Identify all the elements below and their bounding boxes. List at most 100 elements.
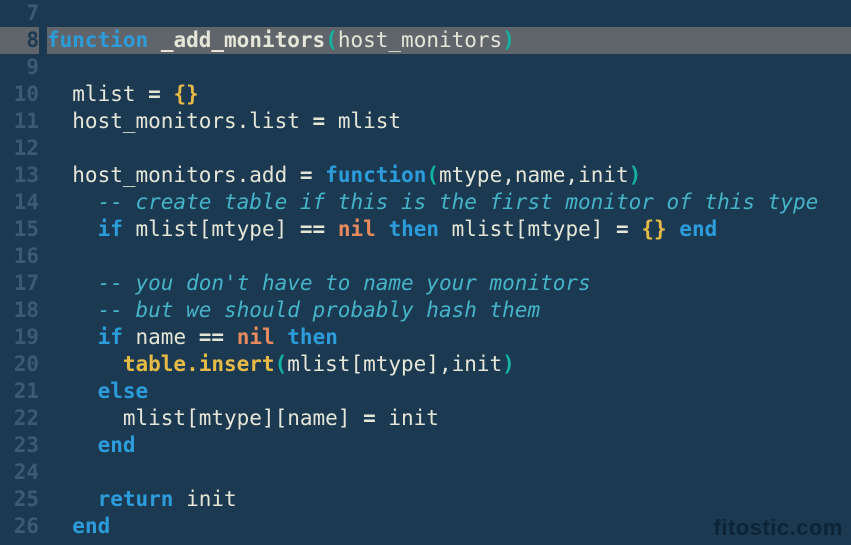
code-token: = xyxy=(616,216,629,243)
line-number: 10 xyxy=(0,81,39,108)
code-token: return xyxy=(98,486,174,513)
code-token: init xyxy=(376,405,439,432)
code-token xyxy=(47,432,98,459)
code-line[interactable]: function _add_monitors(host_monitors) xyxy=(47,27,851,54)
line-number: 8 xyxy=(0,27,39,54)
line-number: 17 xyxy=(0,270,39,297)
code-line[interactable]: -- but we should probably hash them xyxy=(47,297,851,324)
code-token xyxy=(313,162,326,189)
code-token: name xyxy=(123,324,199,351)
code-token: ) xyxy=(629,162,642,189)
line-number: 14 xyxy=(0,189,39,216)
code-token: mlist[mtype][name] xyxy=(47,405,363,432)
line-number: 12 xyxy=(0,135,39,162)
code-editor[interactable]: 7891011121314151617181920212223242526 fu… xyxy=(0,0,851,545)
code-line[interactable]: mlist = {} xyxy=(47,81,851,108)
code-token: -- but we should probably hash them xyxy=(98,297,541,324)
code-token: host_monitors xyxy=(338,27,502,54)
code-token xyxy=(224,324,237,351)
code-line[interactable]: end xyxy=(47,432,851,459)
code-token xyxy=(47,378,98,405)
code-line[interactable]: -- create table if this is the first mon… xyxy=(47,189,851,216)
line-number: 11 xyxy=(0,108,39,135)
code-token: init xyxy=(173,486,236,513)
code-token: ) xyxy=(502,351,515,378)
line-number: 18 xyxy=(0,297,39,324)
line-number: 19 xyxy=(0,324,39,351)
line-number: 25 xyxy=(0,486,39,513)
code-token: if xyxy=(98,324,123,351)
code-line[interactable]: host_monitors.list = mlist xyxy=(47,108,851,135)
code-line[interactable]: host_monitors.add = function(mtype,name,… xyxy=(47,162,851,189)
line-number: 20 xyxy=(0,351,39,378)
code-token: else xyxy=(98,378,149,405)
code-token: {} xyxy=(173,81,198,108)
code-token: mlist[mtype] xyxy=(439,216,616,243)
code-token: ( xyxy=(325,27,338,54)
watermark: fitostic.com xyxy=(714,514,843,541)
code-token: _add_monitors xyxy=(161,27,325,54)
code-line[interactable] xyxy=(47,135,851,162)
code-token: nil xyxy=(237,324,275,351)
code-line[interactable]: table.insert(mlist[mtype],init) xyxy=(47,351,851,378)
code-token: -- you don't have to name your monitors xyxy=(98,270,591,297)
code-token xyxy=(148,27,161,54)
line-number: 13 xyxy=(0,162,39,189)
code-token: function xyxy=(325,162,426,189)
code-token: function xyxy=(47,27,148,54)
code-line[interactable] xyxy=(47,0,851,27)
code-token: ( xyxy=(275,351,288,378)
line-number: 9 xyxy=(0,54,39,81)
code-line[interactable]: if mlist[mtype] == nil then mlist[mtype]… xyxy=(47,216,851,243)
code-token xyxy=(47,351,123,378)
code-token: then xyxy=(287,324,338,351)
code-token: host_monitors.add xyxy=(47,162,300,189)
code-token: = xyxy=(313,108,326,135)
code-token: end xyxy=(98,432,136,459)
code-area[interactable]: function _add_monitors(host_monitors) ml… xyxy=(47,0,851,545)
code-token xyxy=(667,216,680,243)
code-token: then xyxy=(388,216,439,243)
code-line[interactable] xyxy=(47,243,851,270)
code-token: mlist[mtype] xyxy=(123,216,300,243)
code-token xyxy=(629,216,642,243)
line-number: 21 xyxy=(0,378,39,405)
line-number: 22 xyxy=(0,405,39,432)
code-line[interactable]: mlist[mtype][name] = init xyxy=(47,405,851,432)
code-token: ) xyxy=(502,27,515,54)
code-token xyxy=(47,486,98,513)
code-line[interactable]: if name == nil then xyxy=(47,324,851,351)
code-token: = xyxy=(300,162,313,189)
code-token: {} xyxy=(641,216,666,243)
code-line[interactable] xyxy=(47,54,851,81)
code-token xyxy=(161,81,174,108)
code-line[interactable]: return init xyxy=(47,486,851,513)
code-token: mlist xyxy=(325,108,401,135)
code-token xyxy=(47,189,98,216)
code-token: == xyxy=(199,324,224,351)
line-number-gutter: 7891011121314151617181920212223242526 xyxy=(0,0,47,545)
code-token: == xyxy=(300,216,325,243)
code-line[interactable] xyxy=(47,459,851,486)
line-number: 24 xyxy=(0,459,39,486)
code-token: ( xyxy=(426,162,439,189)
code-token: -- create table if this is the first mon… xyxy=(98,189,819,216)
code-token: if xyxy=(98,216,123,243)
code-token xyxy=(47,297,98,324)
code-token: = xyxy=(148,81,161,108)
code-line[interactable]: -- you don't have to name your monitors xyxy=(47,270,851,297)
code-token: = xyxy=(363,405,376,432)
line-number: 16 xyxy=(0,243,39,270)
line-number: 15 xyxy=(0,216,39,243)
code-token: end xyxy=(679,216,717,243)
code-line[interactable]: else xyxy=(47,378,851,405)
code-token: nil xyxy=(338,216,376,243)
line-number: 26 xyxy=(0,513,39,540)
code-token xyxy=(376,216,389,243)
code-token: mlist xyxy=(47,81,148,108)
code-token: table.insert xyxy=(123,351,275,378)
code-token xyxy=(275,324,288,351)
code-token: host_monitors.list xyxy=(47,108,313,135)
code-token: mtype,name,init xyxy=(439,162,629,189)
code-token xyxy=(47,216,98,243)
